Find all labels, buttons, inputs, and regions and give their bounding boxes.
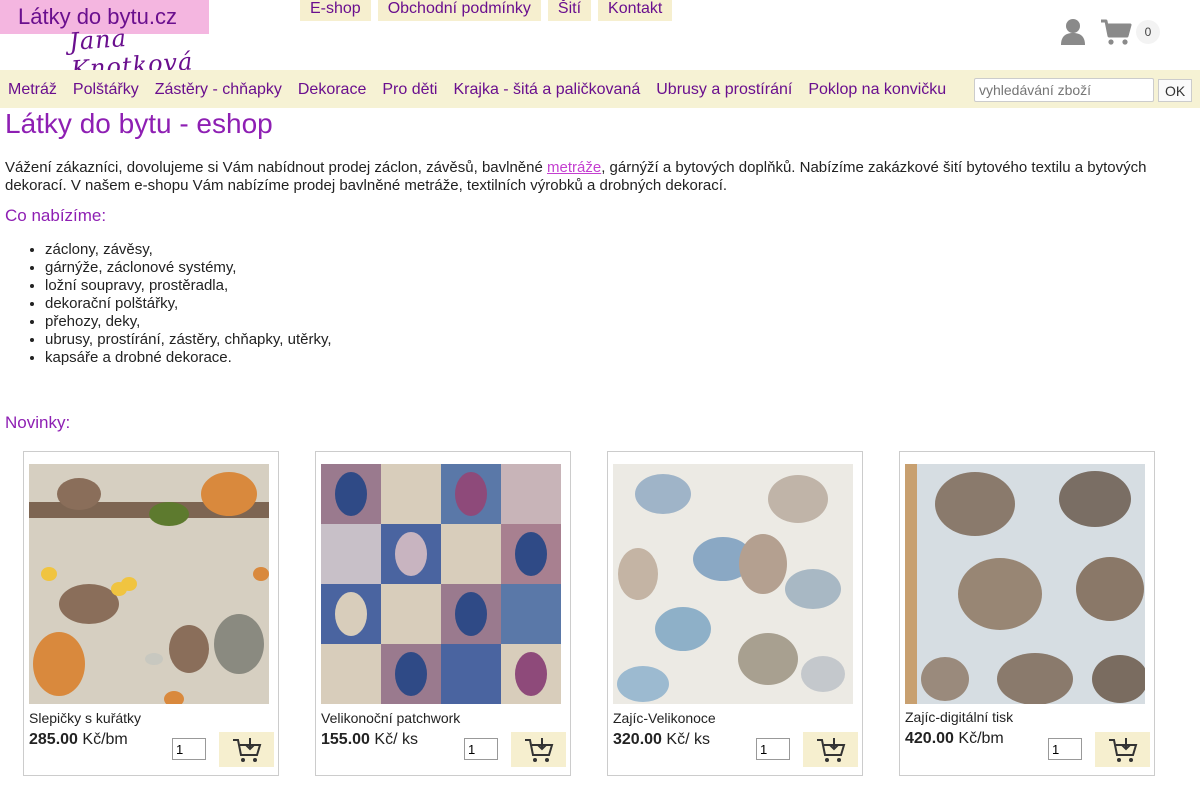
quantity-input[interactable] [1048, 738, 1082, 760]
add-to-cart-button[interactable] [511, 732, 566, 767]
intro-text: Vážení zákazníci, dovolujeme si Vám nabí… [5, 159, 1195, 195]
product-image-easter-patchwork[interactable] [321, 464, 561, 704]
page-title: Látky do bytu - eshop [5, 108, 273, 139]
product-name[interactable]: Slepičky s kuřátky [29, 710, 141, 726]
quantity-input[interactable] [172, 738, 206, 760]
category-pro-deti[interactable]: Pro děti [374, 81, 445, 99]
nav-contact[interactable]: Kontakt [598, 0, 673, 21]
cart[interactable]: 0 [1100, 18, 1160, 46]
product-price: 285.00 Kč/bm [29, 731, 128, 749]
price-value: 155.00 [321, 731, 370, 748]
search-button[interactable]: OK [1158, 79, 1192, 102]
add-to-cart-icon [1108, 737, 1137, 762]
add-to-cart-icon [816, 737, 845, 762]
product-card: Slepičky s kuřátky 285.00 Kč/bm [23, 451, 279, 776]
price-value: 320.00 [613, 731, 662, 748]
category-bar: Metráž Polštářky Zástěry - chňapky Dekor… [0, 70, 1200, 108]
offer-heading: Co nabízíme: [5, 206, 107, 225]
news-heading: Novinky: [5, 413, 71, 432]
add-to-cart-button[interactable] [219, 732, 274, 767]
product-price: 420.00 Kč/bm [905, 730, 1004, 748]
offer-item: přehozy, deky, [45, 313, 332, 331]
user-icon[interactable] [1060, 18, 1086, 46]
category-ubrusy[interactable]: Ubrusy a prostírání [648, 81, 800, 99]
category-krajka[interactable]: Krajka - šitá a paličkovaná [445, 81, 648, 99]
product-price: 155.00 Kč/ ks [321, 731, 418, 749]
search-input[interactable] [974, 78, 1154, 102]
product-image-easter-bunny[interactable] [613, 464, 853, 704]
category-metraz[interactable]: Metráž [0, 81, 65, 99]
category-list: Metráž Polštářky Zástěry - chňapky Dekor… [0, 81, 954, 99]
top-nav: E-shop Obchodní podmínky Šití Kontakt [300, 0, 673, 21]
price-unit: Kč/ ks [374, 731, 418, 748]
add-to-cart-icon [524, 737, 553, 762]
offer-item: ložní soupravy, prostěradla, [45, 277, 332, 295]
offer-item: ubrusy, prostírání, zástěry, chňapky, ut… [45, 331, 332, 349]
cart-count: 0 [1136, 20, 1160, 44]
offer-item: gárnýže, záclonové systémy, [45, 259, 332, 277]
product-card: Velikonoční patchwork 155.00 Kč/ ks [315, 451, 571, 776]
product-image-bunny-digital-print[interactable] [905, 464, 1145, 704]
product-name[interactable]: Zajíc-Velikonoce [613, 710, 716, 726]
add-to-cart-button[interactable] [1095, 732, 1150, 767]
category-zastery[interactable]: Zástěry - chňapky [147, 81, 290, 99]
quantity-input[interactable] [464, 738, 498, 760]
product-card: Zajíc-Velikonoce 320.00 Kč/ ks [607, 451, 863, 776]
nav-terms[interactable]: Obchodní podmínky [377, 0, 541, 21]
offer-list: záclony, závěsy, gárnýže, záclonové syst… [5, 241, 332, 367]
category-dekorace[interactable]: Dekorace [290, 81, 374, 99]
offer-item: záclony, závěsy, [45, 241, 332, 259]
nav-sewing[interactable]: Šití [547, 0, 592, 21]
nav-eshop[interactable]: E-shop [300, 0, 371, 21]
intro-text-start: Vážení zákazníci, dovolujeme si Vám nabí… [5, 159, 547, 176]
product-name[interactable]: Velikonoční patchwork [321, 710, 460, 726]
offer-item: kapsáře a drobné dekorace. [45, 349, 332, 367]
category-polstarky[interactable]: Polštářky [65, 81, 147, 99]
add-to-cart-button[interactable] [803, 732, 858, 767]
product-card: Zajíc-digitální tisk 420.00 Kč/bm [899, 451, 1155, 776]
metraz-link[interactable]: metráže [547, 159, 601, 176]
category-poklop[interactable]: Poklop na konvičku [800, 81, 954, 99]
offer-item: dekorační polštářky, [45, 295, 332, 313]
product-image-hens-chicks[interactable] [29, 464, 269, 704]
price-value: 420.00 [905, 730, 954, 747]
price-unit: Kč/bm [82, 731, 128, 748]
price-unit: Kč/ ks [666, 731, 710, 748]
site-logo[interactable]: Látky do bytu.cz Jana Knotková [0, 0, 240, 84]
product-name[interactable]: Zajíc-digitální tisk [905, 709, 1013, 725]
price-value: 285.00 [29, 731, 78, 748]
add-to-cart-icon [232, 737, 261, 762]
quantity-input[interactable] [756, 738, 790, 760]
header-icons: 0 [1060, 18, 1160, 46]
product-price: 320.00 Kč/ ks [613, 731, 710, 749]
price-unit: Kč/bm [958, 730, 1004, 747]
cart-icon[interactable] [1100, 18, 1132, 46]
